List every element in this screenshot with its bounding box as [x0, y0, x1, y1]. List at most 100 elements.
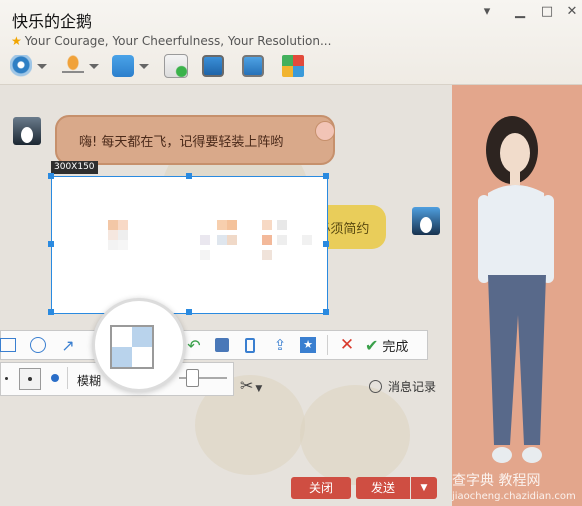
watermark-url: jiaocheng.chazidian.com — [452, 491, 576, 502]
floppy-disk-icon — [215, 338, 229, 352]
watermark-title: 查字典 教程网 — [452, 473, 541, 489]
file-transfer-button[interactable] — [112, 54, 149, 78]
undo-icon: ↶ — [187, 335, 201, 355]
signature-text: Your Courage, Your Cheerfulness, Your Re… — [24, 34, 332, 48]
checkmark-icon: ✔ — [365, 335, 379, 355]
mosaic-pixel — [108, 220, 118, 230]
resize-handle[interactable] — [48, 309, 54, 315]
resize-handle[interactable] — [186, 173, 192, 179]
my-avatar[interactable] — [412, 207, 440, 235]
close-window-button[interactable]: ✕ — [562, 4, 582, 20]
ellipse-tool-button[interactable] — [27, 334, 49, 356]
microphone-icon — [62, 55, 84, 77]
star-icon: ★ — [11, 34, 22, 48]
mosaic-pixel — [108, 230, 118, 240]
send-to-phone-button[interactable] — [239, 334, 261, 356]
maximize-button[interactable]: □ — [537, 4, 557, 20]
mosaic-pixel — [108, 240, 118, 250]
chevron-down-icon — [89, 63, 99, 69]
remote-assistance-button[interactable] — [202, 54, 224, 78]
mosaic-pixel — [118, 240, 128, 250]
video-call-button[interactable] — [10, 54, 47, 78]
close-chat-button[interactable]: 关闭 — [291, 477, 351, 499]
scissors-icon: ✂ — [240, 376, 254, 395]
resize-handle[interactable] — [186, 309, 192, 315]
mosaic-tool-icon — [110, 325, 154, 369]
share-button[interactable]: ⇪ — [269, 334, 291, 356]
favorite-button[interactable]: ★ — [297, 334, 319, 356]
blur-label: 模糊 — [77, 374, 102, 388]
apps-grid-icon — [282, 55, 304, 77]
voice-call-button[interactable] — [62, 54, 99, 78]
mosaic-pixel — [277, 235, 287, 245]
resize-handle[interactable] — [48, 241, 54, 247]
mosaic-pixel — [118, 220, 128, 230]
toolbar-divider — [327, 335, 328, 355]
girl-illustration — [478, 116, 554, 463]
brush-size-small[interactable] — [5, 377, 8, 380]
folder-arrow-icon — [112, 55, 134, 77]
chevron-down-icon — [139, 63, 149, 69]
mosaic-pixel — [262, 250, 272, 260]
blur-slider-thumb[interactable] — [186, 369, 199, 387]
star-bookmark-icon: ★ — [300, 337, 316, 353]
chat-add-icon — [164, 54, 188, 78]
penguin-icon — [420, 217, 432, 233]
mosaic-pixel — [262, 235, 272, 245]
resize-handle[interactable] — [323, 309, 329, 315]
mosaic-pixel — [277, 220, 287, 230]
chevron-down-icon: ▼ — [420, 483, 428, 493]
apps-button[interactable] — [282, 54, 304, 78]
resize-handle[interactable] — [323, 173, 329, 179]
done-button[interactable]: ✔ 完成 — [365, 334, 408, 356]
brush-size-medium[interactable] — [19, 368, 41, 390]
rectangle-icon — [0, 338, 16, 352]
done-label: 完成 — [382, 339, 409, 355]
pig-icon — [315, 121, 335, 141]
contact-avatar[interactable] — [13, 117, 41, 145]
brush-size-large[interactable] — [51, 374, 59, 382]
save-button[interactable] — [211, 334, 233, 356]
share-screen-button[interactable] — [242, 54, 264, 78]
monitor-share-icon — [242, 55, 264, 77]
screenshot-scissors-button[interactable]: ✂ ▼ — [240, 376, 262, 395]
close-icon: ✕ — [339, 335, 355, 355]
arrow-tool-button[interactable]: ↗ — [57, 334, 79, 356]
incoming-message-bubble: 嗨! 每天都在飞，记得要轻装上阵哟 — [55, 115, 335, 165]
mosaic-pixel — [118, 230, 128, 240]
share-icon: ⇪ — [273, 336, 287, 354]
mosaic-pixel — [200, 235, 210, 245]
mosaic-pixel — [217, 220, 227, 230]
undo-button[interactable]: ↶ — [183, 334, 205, 356]
create-discussion-button[interactable] — [164, 54, 188, 78]
resize-handle[interactable] — [323, 241, 329, 247]
arrow-icon: ↗ — [61, 335, 75, 355]
incoming-message-text: 嗨! 每天都在飞，记得要轻装上阵哟 — [79, 135, 284, 150]
mosaic-pixel — [227, 220, 237, 230]
minimize-button[interactable]: ▁ — [510, 4, 530, 20]
mosaic-pixel — [200, 250, 210, 260]
screenshot-selection[interactable] — [51, 176, 328, 314]
camera-icon — [10, 55, 32, 77]
selection-size-label: 300X150 — [51, 161, 98, 174]
monitor-icon — [202, 55, 224, 77]
send-button[interactable]: 发送 — [356, 477, 410, 499]
chevron-down-icon: ▼ — [255, 384, 263, 394]
resize-handle[interactable] — [48, 173, 54, 179]
message-history-button[interactable]: 消息记录 — [369, 378, 436, 395]
window-header: 快乐的企鹅 ★ Your Courage, Your Cheerfulness, … — [0, 0, 582, 85]
toolbar-divider — [67, 367, 68, 389]
contact-name: 快乐的企鹅 — [12, 12, 93, 31]
cancel-button[interactable]: ✕ — [336, 334, 358, 356]
mosaic-pixel — [227, 235, 237, 245]
message-history-label: 消息记录 — [388, 380, 437, 394]
send-options-button[interactable]: ▼ — [411, 477, 437, 499]
contact-signature: ★ Your Courage, Your Cheerfulness, Your R… — [11, 34, 331, 48]
background-flower-decor — [300, 385, 410, 485]
mosaic-pixel — [302, 235, 312, 245]
menu-dropdown-icon[interactable]: ▾ — [477, 4, 497, 20]
clock-icon — [369, 380, 382, 393]
penguin-icon — [21, 127, 33, 143]
contact-show-panel — [452, 85, 582, 506]
rectangle-tool-button[interactable] — [0, 334, 19, 356]
